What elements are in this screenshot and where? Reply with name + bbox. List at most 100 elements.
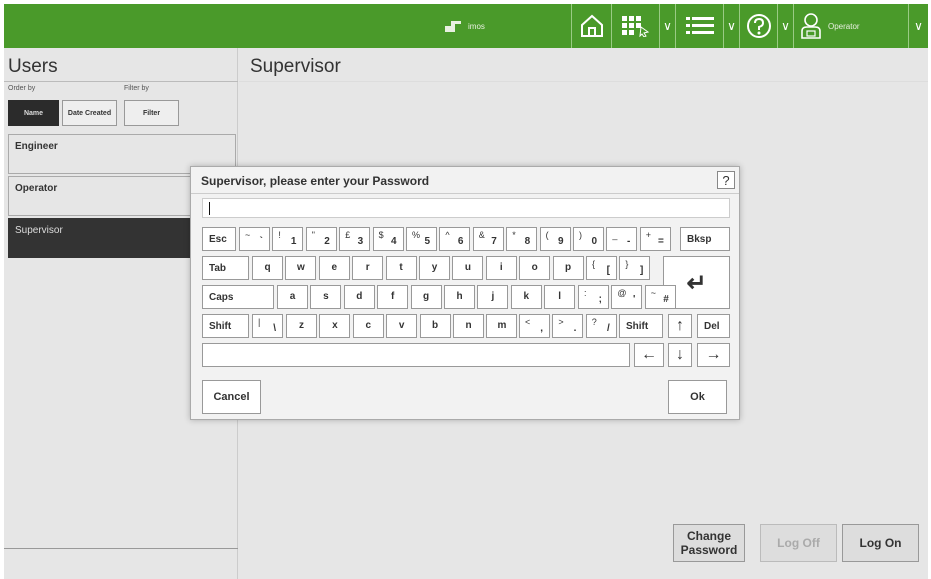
user-dropdown[interactable]: ∨ bbox=[908, 4, 928, 48]
key-symbol[interactable]: ? / bbox=[585, 314, 617, 338]
change-password-button[interactable]: Change Password bbox=[673, 524, 745, 562]
apps-button[interactable] bbox=[611, 4, 659, 48]
key-m[interactable]: m bbox=[486, 314, 518, 338]
key-label: # bbox=[663, 294, 669, 305]
key-a[interactable]: a bbox=[277, 285, 308, 309]
key-q[interactable]: q bbox=[252, 256, 283, 280]
sort-name-button[interactable]: Name bbox=[8, 100, 59, 126]
key-label: t bbox=[399, 262, 403, 273]
key-caps[interactable]: Caps bbox=[202, 285, 274, 309]
key-symbol[interactable]: @ ' bbox=[611, 285, 643, 309]
key-bracket[interactable]: {[ bbox=[586, 256, 617, 280]
key-arrow-up[interactable]: ↑ bbox=[668, 314, 692, 338]
key-w[interactable]: w bbox=[285, 256, 317, 280]
key-label: j bbox=[491, 291, 495, 302]
key-3[interactable]: £3 bbox=[339, 227, 371, 251]
key-h[interactable]: h bbox=[444, 285, 475, 309]
key-1[interactable]: ! 1 bbox=[272, 227, 304, 251]
key-arrow-left[interactable]: ← bbox=[634, 343, 664, 367]
key-label: 3 bbox=[357, 236, 364, 247]
key-shift-right[interactable]: Shift bbox=[619, 314, 663, 338]
key-symbol[interactable]: <, bbox=[519, 314, 550, 338]
key-label: Del bbox=[704, 321, 720, 332]
key-p[interactable]: p bbox=[552, 256, 584, 280]
log-off-button[interactable]: Log Off bbox=[760, 524, 837, 562]
key-e[interactable]: e bbox=[318, 256, 350, 280]
key-arrow-down[interactable]: ↓ bbox=[668, 343, 692, 367]
key-d[interactable]: d bbox=[343, 285, 375, 309]
chevron-down-icon: ∨ bbox=[663, 19, 672, 33]
key-y[interactable]: y bbox=[419, 256, 450, 280]
key-backspace[interactable]: Bksp bbox=[680, 227, 730, 251]
key-v[interactable]: v bbox=[386, 314, 418, 338]
key-label: ~ bbox=[650, 288, 657, 298]
apps-dropdown[interactable]: ∨ bbox=[659, 4, 675, 48]
key-k[interactable]: k bbox=[510, 285, 542, 309]
key-c[interactable]: c bbox=[352, 314, 384, 338]
key-12[interactable]: + = bbox=[639, 227, 671, 251]
key-bracket[interactable]: }] bbox=[619, 256, 651, 280]
ok-button[interactable]: Ok bbox=[668, 380, 727, 414]
help-menu-button[interactable] bbox=[739, 4, 777, 48]
key-symbol[interactable]: >. bbox=[552, 314, 584, 338]
key-shift-left[interactable]: Shift bbox=[202, 314, 249, 338]
key-g[interactable]: g bbox=[410, 285, 442, 309]
user-menu-button[interactable]: Operator bbox=[793, 4, 908, 48]
cancel-button[interactable]: Cancel bbox=[202, 380, 261, 414]
key-f[interactable]: f bbox=[377, 285, 409, 309]
help-dropdown[interactable]: ∨ bbox=[777, 4, 793, 48]
key-4[interactable]: $4 bbox=[372, 227, 404, 251]
detail-title: Supervisor bbox=[250, 56, 341, 77]
key-label: n bbox=[465, 320, 472, 331]
key-label: 9 bbox=[558, 236, 564, 247]
key-6[interactable]: ^ 6 bbox=[439, 227, 471, 251]
key-label: l bbox=[558, 291, 562, 302]
sort-date-created-button[interactable]: Date Created bbox=[62, 100, 117, 126]
key-label: ' bbox=[633, 294, 636, 305]
key-n[interactable]: n bbox=[453, 314, 484, 338]
key-z[interactable]: z bbox=[286, 314, 317, 338]
top-bar: imos ∨ ∨ ∨ Operator ∨ bbox=[4, 4, 928, 48]
key-esc[interactable]: Esc bbox=[202, 227, 236, 251]
dialog-help-button[interactable]: ? bbox=[717, 171, 735, 189]
key-x[interactable]: x bbox=[319, 314, 351, 338]
key-8[interactable]: * 8 bbox=[506, 227, 538, 251]
menu-dropdown[interactable]: ∨ bbox=[723, 4, 739, 48]
key-l[interactable]: l bbox=[544, 285, 576, 309]
key-label: q bbox=[264, 262, 271, 273]
key-7[interactable]: & 7 bbox=[472, 227, 504, 251]
key-label: s bbox=[323, 291, 329, 302]
key-j[interactable]: j bbox=[477, 285, 509, 309]
key-label: z bbox=[299, 320, 304, 331]
key-11[interactable]: _ - bbox=[606, 227, 638, 251]
key-9[interactable]: (9 bbox=[539, 227, 571, 251]
key-symbol[interactable]: ~ # bbox=[644, 285, 676, 309]
key-b[interactable]: b bbox=[419, 314, 451, 338]
menu-button[interactable] bbox=[675, 4, 723, 48]
key-t[interactable]: t bbox=[385, 256, 417, 280]
key-delete[interactable]: Del bbox=[697, 314, 730, 338]
key-r[interactable]: r bbox=[352, 256, 384, 280]
key-label: g bbox=[423, 291, 430, 302]
key-label: | bbox=[258, 317, 261, 327]
key-backslash[interactable]: | \ bbox=[252, 314, 283, 338]
key-space[interactable] bbox=[202, 343, 630, 367]
key-2[interactable]: " 2 bbox=[305, 227, 337, 251]
log-on-button[interactable]: Log On bbox=[842, 524, 919, 562]
password-input[interactable] bbox=[202, 198, 730, 218]
key-o[interactable]: o bbox=[519, 256, 551, 280]
key-label: → bbox=[705, 346, 722, 363]
key-u[interactable]: u bbox=[452, 256, 484, 280]
key-0[interactable]: ~ ` bbox=[239, 227, 270, 251]
key-tab[interactable]: Tab bbox=[202, 256, 249, 280]
key-5[interactable]: % 5 bbox=[406, 227, 437, 251]
key-s[interactable]: s bbox=[310, 285, 342, 309]
key-10[interactable]: ) 0 bbox=[573, 227, 604, 251]
key-label: 4 bbox=[391, 236, 397, 247]
filter-button[interactable]: Filter bbox=[124, 100, 179, 126]
key-i[interactable]: i bbox=[485, 256, 517, 280]
key-label: ^ bbox=[445, 230, 450, 240]
home-button[interactable] bbox=[571, 4, 611, 48]
key-symbol[interactable]: :; bbox=[578, 285, 609, 309]
key-arrow-right[interactable]: → bbox=[697, 343, 730, 367]
